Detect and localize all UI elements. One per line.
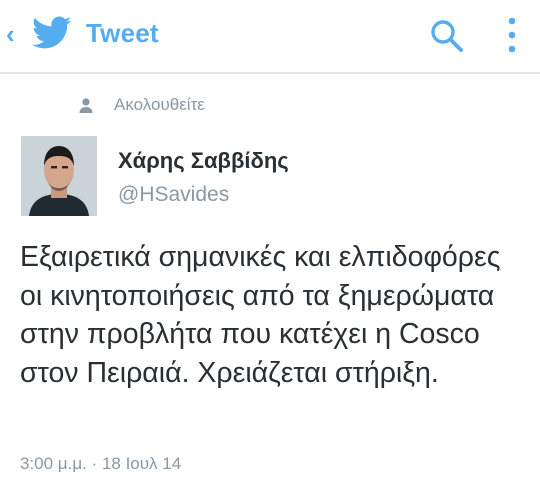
tweet-text: Εξαιρετικά σημανικές και ελπιδοφόρες οι … — [20, 241, 501, 389]
following-label: Ακολουθείτε — [114, 95, 205, 114]
search-icon[interactable] — [428, 18, 466, 54]
chevron-left-icon: ‹ — [6, 19, 15, 49]
avatar-photo — [21, 136, 97, 216]
back-button[interactable]: ‹ Tweet — [0, 0, 170, 72]
social-context: Ακολουθείτε — [78, 94, 378, 116]
author-screen-name[interactable]: @HSavides — [118, 183, 229, 207]
tweet-timestamp: 3:00 μ.μ. · 18 Ιουλ 14 — [20, 454, 182, 473]
author-display-name[interactable]: Χάρης Σαββίδης — [118, 148, 289, 174]
top-app-bar: ‹ Tweet — [0, 0, 540, 74]
person-icon — [79, 98, 93, 113]
more-vertical-icon[interactable] — [500, 14, 524, 56]
page-title: Tweet — [86, 18, 159, 48]
avatar[interactable] — [21, 136, 97, 216]
twitter-bird-icon — [32, 16, 72, 49]
